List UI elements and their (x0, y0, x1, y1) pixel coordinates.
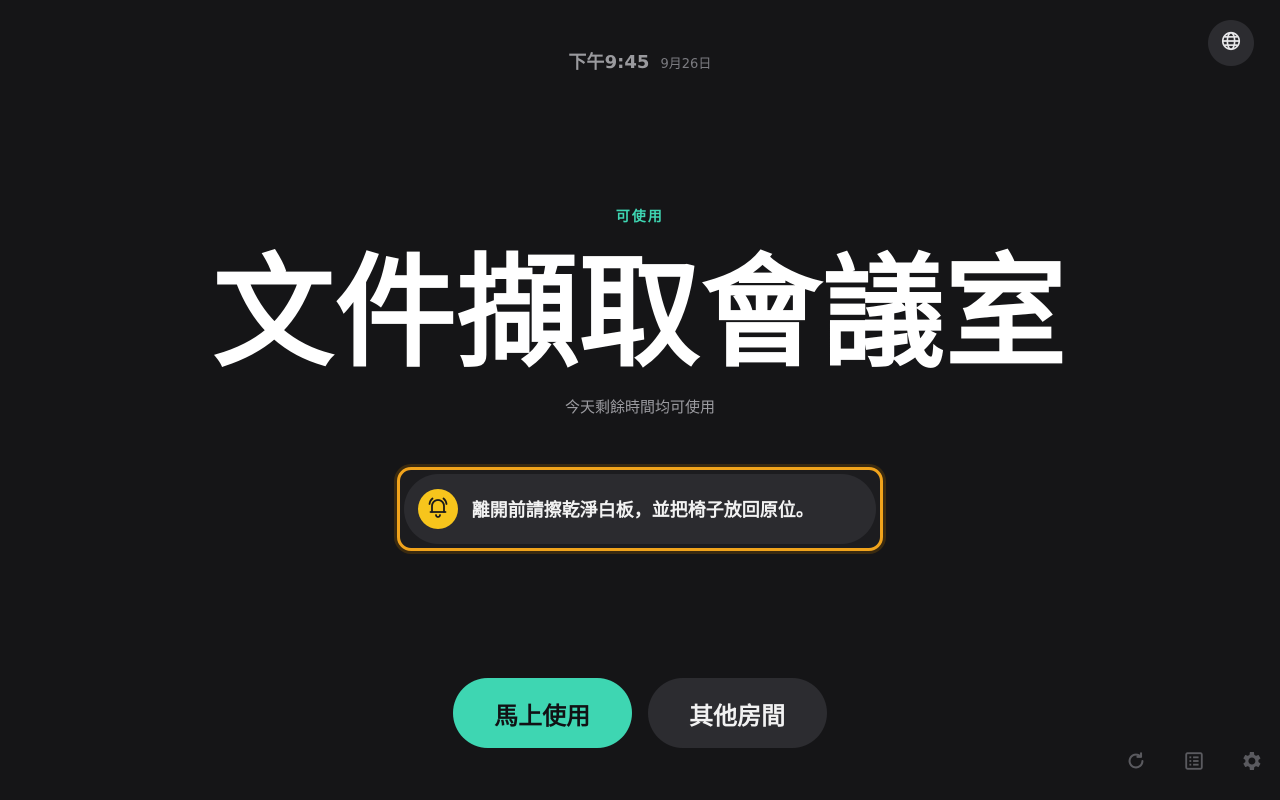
use-now-button[interactable]: 馬上使用 (453, 678, 632, 748)
gear-icon[interactable] (1238, 748, 1264, 774)
other-rooms-button[interactable]: 其他房間 (648, 678, 827, 748)
bell-icon (426, 495, 450, 523)
availability-text: 今天剩餘時間均可使用 (564, 398, 715, 416)
clock: 下午9:45 9月26日 (0, 48, 1280, 74)
room-name: 文件擷取會議室 (213, 242, 1067, 384)
clock-date: 9月26日 (660, 57, 712, 72)
room-status: 可使用 (616, 209, 664, 225)
bell-icon-badge (418, 489, 458, 529)
clock-time: 下午9:45 (568, 52, 650, 73)
refresh-icon[interactable] (1123, 748, 1149, 774)
globe-icon (1220, 30, 1242, 56)
notice-highlight: 離開前請擦乾淨白板，並把椅子放回原位。 (397, 467, 883, 551)
notice-text: 離開前請擦乾淨白板，並把椅子放回原位。 (472, 500, 814, 521)
list-icon[interactable] (1181, 748, 1207, 774)
language-button[interactable] (1208, 20, 1254, 66)
notice-banner: 離開前請擦乾淨白板，並把椅子放回原位。 (404, 474, 876, 544)
room-display-screen: 下午9:45 9月26日 可使用 文件擷取會議室 今天剩餘時間均可使用 離開前請… (0, 0, 1280, 800)
